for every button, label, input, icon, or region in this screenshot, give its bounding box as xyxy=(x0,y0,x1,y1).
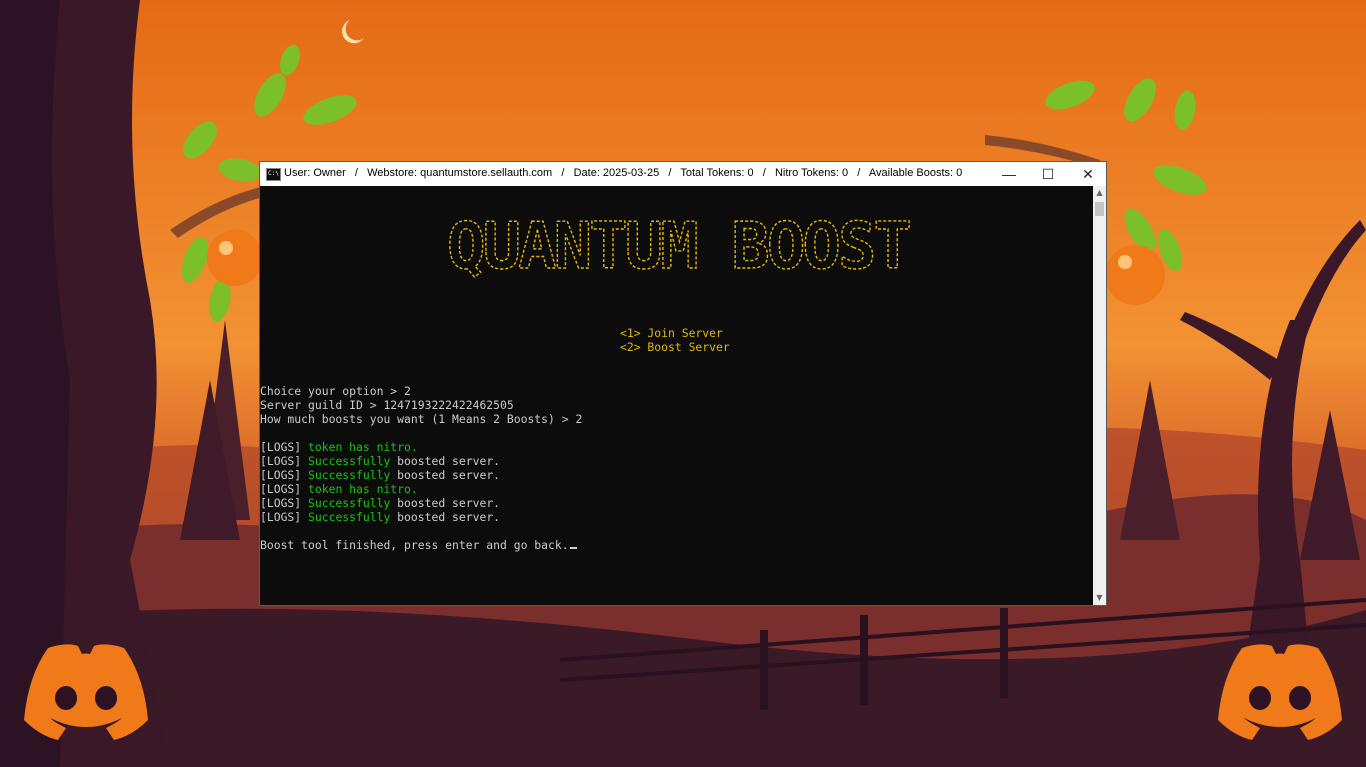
log-line: [LOGS] Successfully boosted server. xyxy=(260,496,500,510)
scroll-down-arrow-icon[interactable]: ▼ xyxy=(1093,591,1106,605)
console-output[interactable]: QUANTUM BOOST <1> Join Server <2> Boost … xyxy=(260,186,1093,605)
log-rest: boosted server. xyxy=(390,468,501,482)
window-title: User: Owner / Webstore: quantumstore.sel… xyxy=(284,167,963,179)
log-rest: boosted server. xyxy=(390,454,501,468)
scroll-up-arrow-icon[interactable]: ▲ xyxy=(1093,186,1106,200)
log-highlight: Successfully xyxy=(308,454,391,468)
discord-logo-right xyxy=(1218,644,1342,740)
log-tag: [LOGS] xyxy=(260,468,302,482)
console-window[interactable]: C:\ User: Owner / Webstore: quantumstore… xyxy=(260,162,1106,605)
minimize-button[interactable]: — xyxy=(989,162,1029,186)
log-line: [LOGS] Successfully boosted server. xyxy=(260,510,500,524)
maximize-button[interactable]: ☐ xyxy=(1028,162,1068,186)
log-highlight: token has nitro. xyxy=(308,440,418,454)
prompt-guild-id: Server guild ID > 1247193222422462505 xyxy=(260,398,514,412)
menu-option-boost: <2> Boost Server xyxy=(620,340,730,354)
vertical-scrollbar[interactable]: ▲ ▼ xyxy=(1093,186,1106,605)
prompt-boost-count: How much boosts you want (1 Means 2 Boos… xyxy=(260,412,583,426)
log-highlight: Successfully xyxy=(308,496,391,510)
log-highlight: Successfully xyxy=(308,510,391,524)
log-rest: boosted server. xyxy=(390,510,501,524)
close-button[interactable]: ✕ xyxy=(1068,162,1108,186)
log-tag: [LOGS] xyxy=(260,496,302,510)
scrollbar-thumb[interactable] xyxy=(1095,202,1104,216)
log-line: [LOGS] token has nitro. xyxy=(260,482,418,496)
banner-text: QUANTUM BOOST xyxy=(447,212,909,278)
log-line: [LOGS] Successfully boosted server. xyxy=(260,454,500,468)
log-line: [LOGS] token has nitro. xyxy=(260,440,418,454)
log-highlight: token has nitro. xyxy=(308,482,418,496)
finish-message-line: Boost tool finished, press enter and go … xyxy=(260,538,577,552)
window-titlebar[interactable]: C:\ User: Owner / Webstore: quantumstore… xyxy=(260,162,1106,186)
log-tag: [LOGS] xyxy=(260,482,302,496)
log-line: [LOGS] Successfully boosted server. xyxy=(260,468,500,482)
menu-option-join: <1> Join Server xyxy=(620,326,723,340)
log-rest: boosted server. xyxy=(390,496,501,510)
log-tag: [LOGS] xyxy=(260,454,302,468)
log-tag: [LOGS] xyxy=(260,440,302,454)
finish-message: Boost tool finished, press enter and go … xyxy=(260,538,569,552)
text-cursor xyxy=(569,547,577,549)
quantum-boost-ascii-banner: QUANTUM BOOST xyxy=(446,212,913,278)
prompt-choice: Choice your option > 2 xyxy=(260,384,411,398)
cmd-icon[interactable]: C:\ xyxy=(266,168,281,181)
log-tag: [LOGS] xyxy=(260,510,302,524)
discord-logo-left xyxy=(24,644,148,740)
log-highlight: Successfully xyxy=(308,468,391,482)
